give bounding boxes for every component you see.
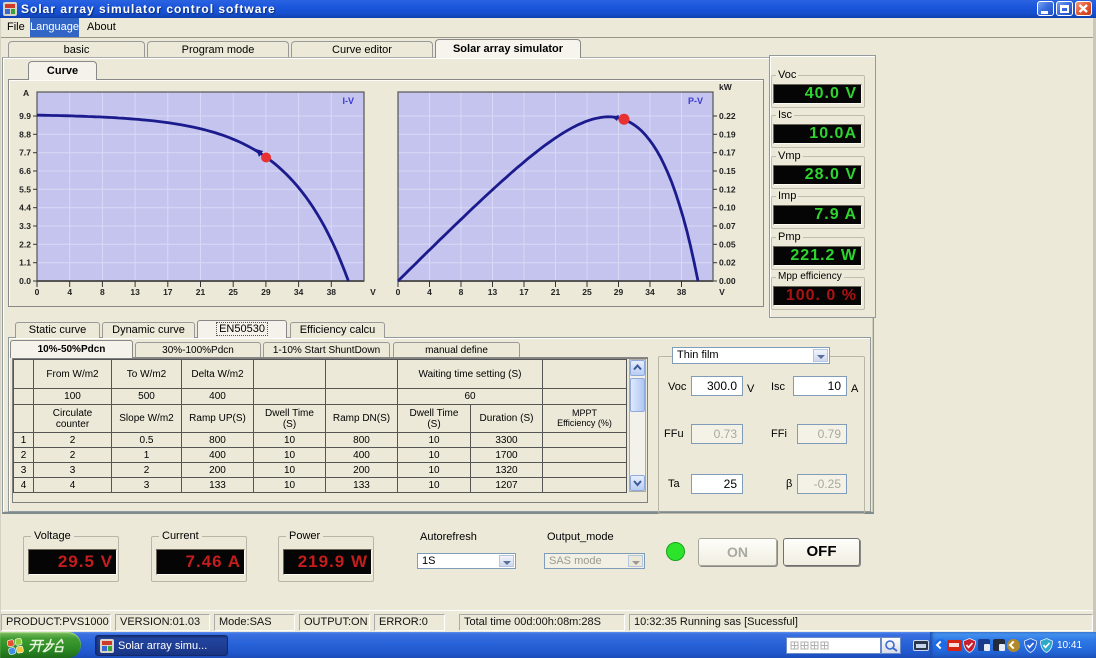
svg-text:17: 17 — [519, 287, 529, 297]
svg-text:V: V — [370, 287, 376, 297]
svg-text:kW: kW — [719, 82, 733, 92]
svg-text:4.4: 4.4 — [19, 203, 31, 213]
svg-text:0.07: 0.07 — [719, 221, 736, 231]
svg-text:0.22: 0.22 — [719, 111, 736, 121]
svg-text:5.5: 5.5 — [19, 184, 31, 194]
svg-text:25: 25 — [582, 287, 592, 297]
svg-text:8: 8 — [100, 287, 105, 297]
svg-text:38: 38 — [677, 287, 687, 297]
svg-text:25: 25 — [228, 287, 238, 297]
svg-text:6.6: 6.6 — [19, 166, 31, 176]
svg-text:8: 8 — [459, 287, 464, 297]
svg-text:7.7: 7.7 — [19, 148, 31, 158]
svg-text:0.00: 0.00 — [719, 276, 736, 286]
svg-text:P-V: P-V — [688, 96, 703, 106]
svg-text:21: 21 — [196, 287, 206, 297]
svg-text:17: 17 — [163, 287, 173, 297]
svg-text:0: 0 — [35, 287, 40, 297]
svg-text:0.02: 0.02 — [719, 258, 736, 268]
svg-text:0.12: 0.12 — [719, 184, 736, 194]
svg-text:0.15: 0.15 — [719, 166, 736, 176]
svg-text:0.0: 0.0 — [19, 276, 31, 286]
svg-text:8.8: 8.8 — [19, 129, 31, 139]
svg-text:13: 13 — [488, 287, 498, 297]
svg-text:9.9: 9.9 — [19, 111, 31, 121]
svg-text:V: V — [719, 287, 725, 297]
svg-text:0.19: 0.19 — [719, 129, 736, 139]
svg-text:I-V: I-V — [342, 96, 354, 106]
svg-text:0.05: 0.05 — [719, 239, 736, 249]
svg-text:0.10: 0.10 — [719, 203, 736, 213]
svg-text:3.3: 3.3 — [19, 221, 31, 231]
svg-text:A: A — [23, 88, 29, 98]
svg-text:2.2: 2.2 — [19, 239, 31, 249]
svg-text:0: 0 — [396, 287, 401, 297]
svg-text:13: 13 — [130, 287, 140, 297]
svg-text:34: 34 — [294, 287, 304, 297]
svg-text:1.1: 1.1 — [19, 258, 31, 268]
svg-text:0.17: 0.17 — [719, 148, 736, 158]
svg-text:38: 38 — [327, 287, 337, 297]
svg-text:4: 4 — [67, 287, 72, 297]
svg-text:4: 4 — [427, 287, 432, 297]
svg-text:29: 29 — [614, 287, 624, 297]
svg-text:21: 21 — [551, 287, 561, 297]
svg-text:34: 34 — [645, 287, 655, 297]
svg-text:29: 29 — [261, 287, 271, 297]
